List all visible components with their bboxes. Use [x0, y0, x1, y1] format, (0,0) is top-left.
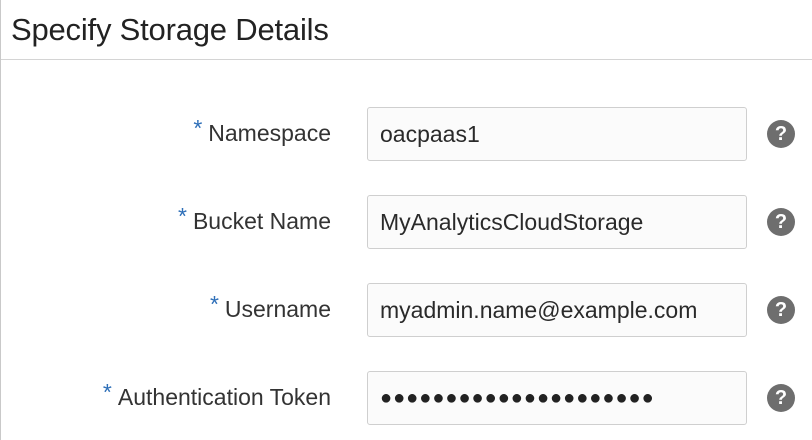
form-row-authentication-token: *Authentication Token ? — [1, 371, 812, 427]
namespace-input[interactable] — [367, 107, 747, 161]
namespace-label: * Namespace — [193, 115, 331, 147]
help-icon[interactable]: ? — [767, 296, 795, 324]
section-title: Specify Storage Details — [11, 12, 329, 47]
authentication-token-input[interactable] — [367, 371, 747, 425]
help-icon[interactable]: ? — [767, 120, 795, 148]
storage-details-panel: Specify Storage Details *Namespace ? *Bu… — [0, 0, 812, 440]
bucket-name-label: * Bucket Name — [178, 203, 331, 235]
bucket-name-label-text: Bucket Name — [192, 208, 331, 234]
username-input[interactable] — [367, 283, 747, 337]
form-row-namespace: *Namespace ? — [1, 107, 812, 163]
section-header: Specify Storage Details — [1, 0, 812, 60]
namespace-label-text: Namespace — [208, 120, 331, 146]
authentication-token-label: * Authentication Token — [103, 379, 331, 411]
username-label-text: Username — [224, 296, 331, 322]
required-marker: * — [102, 379, 112, 405]
authentication-token-label-text: Authentication Token — [117, 384, 331, 410]
username-label: * Username — [210, 291, 331, 323]
required-marker: * — [177, 203, 187, 229]
help-icon[interactable]: ? — [767, 208, 795, 236]
form-row-username: *Username ? — [1, 283, 812, 339]
required-marker: * — [209, 291, 219, 317]
required-marker: * — [193, 115, 203, 141]
help-icon[interactable]: ? — [767, 384, 795, 412]
form-row-bucket-name: *Bucket Name ? — [1, 195, 812, 251]
bucket-name-input[interactable] — [367, 195, 747, 249]
